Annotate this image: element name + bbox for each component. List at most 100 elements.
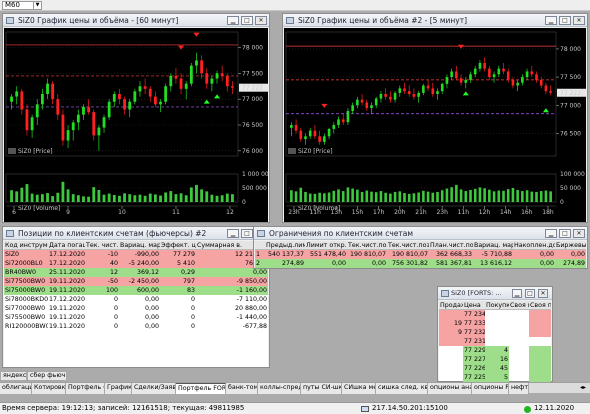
tab-yandex[interactable]: яндекс (0, 371, 27, 381)
orderbook-titlebar[interactable]: SiZ0 [FORTS: ... ▁ □ ✕ (438, 287, 552, 300)
col-header[interactable]: Своя пр. (509, 301, 529, 310)
table-row[interactable]: Si75000BW0 19.11.2020 100 600,00 83 -1 160,00 (4, 286, 268, 295)
minimize-button[interactable]: ▁ (545, 16, 557, 25)
table-row[interactable]: Si77500BW0 19.11.2020 -50 -2 450,00 797 -9 85… (4, 277, 268, 286)
table-row[interactable]: Si72000BL017.12.202040-5 240,005 410760,… (4, 259, 268, 268)
table-row[interactable]: SiZ0 17.12.2020 -10 -990,00 77 279 12 214,00 (4, 250, 268, 259)
col-header[interactable]: План.чист.поз. (429, 241, 473, 250)
chart1-svg[interactable]: 78 000 77 500 77 000 76 500 76 000 77 222 SiZ0… (4, 28, 268, 222)
workspace-tab[interactable]: Котировки (32, 383, 66, 394)
chart1-titlebar[interactable]: SiZ0 График цены и объёма - [60 минут] ▁… (3, 14, 269, 27)
col-header[interactable]: Вариац. маржа (119, 241, 160, 250)
table-cell: 0,00 (539, 251, 554, 258)
workspace-tab[interactable]: путы СИ-шка (301, 383, 342, 394)
orderbook-row[interactable]: 19 77 233 (439, 319, 551, 328)
table-cell: -5 710,88 (481, 251, 512, 258)
orderbook-row[interactable]: 77 229 4 (439, 346, 551, 355)
orderbook-row[interactable]: 77 226 45 (439, 364, 551, 373)
workspace-tab[interactable]: нефть (509, 383, 529, 394)
volume-bar (290, 190, 293, 202)
volume-bar (436, 191, 439, 202)
orderbook-row[interactable]: 77 225 5 (439, 373, 551, 382)
workspace-tab[interactable]: сишка след. квартал (376, 383, 428, 394)
workspace-tab[interactable]: Портфель FORTS (176, 383, 226, 394)
orderbook-cell (509, 355, 529, 364)
col-header[interactable]: Лимит откр. поз. (305, 241, 347, 250)
volume-bar (511, 188, 515, 202)
workspace-tab[interactable]: банк-том (226, 383, 258, 394)
col-header[interactable]: Тек.чист.поз. ( (387, 241, 429, 250)
minimize-button[interactable]: ▁ (512, 289, 522, 298)
col-header[interactable]: Тек.чист.поз. (347, 241, 387, 250)
orderbook-row[interactable]: 9 77 232 (439, 328, 551, 337)
timeframe-select[interactable]: M60 ▼ (2, 1, 42, 10)
workspace-tab[interactable]: Портфель ФР (66, 383, 105, 394)
table-row[interactable]: Si77000BW0 19.11.2020 0 0,00 0 20 880,00 (4, 304, 268, 313)
minimize-button[interactable]: ▁ (227, 16, 239, 25)
workspace-tab[interactable]: Сделки/Заявки (132, 383, 176, 394)
col-header[interactable]: Биржевые (555, 241, 586, 250)
candle-body (195, 60, 198, 66)
table-row[interactable]: RI120000BW0 19.11.2020 0 0,00 0 -677,88 (4, 322, 268, 331)
maximize-button[interactable]: □ (241, 16, 253, 25)
chart2-plot[interactable]: 78 000 77 500 77 000 76 500 77 222 SiZ0 [Pric… (284, 28, 586, 222)
table-row[interactable]: 2 274,89 0,00 0,00 756 301,82 581 367,81 13 61… (255, 259, 586, 268)
col-header[interactable]: Цена (463, 301, 485, 310)
orderbook-cell (529, 355, 551, 364)
sell-marker (193, 32, 200, 37)
workspace-tab[interactable]: опционы РТС (472, 383, 509, 394)
table-row[interactable]: Si75500BW0 19.11.2020 0 0,00 0 -1 440,00 (4, 313, 268, 322)
positions-titlebar[interactable]: Позиции по клиентским счетам (фьючерсы) … (3, 227, 269, 240)
candle-body (327, 128, 331, 137)
col-header[interactable]: Накоплен.доход (513, 241, 555, 250)
col-header[interactable]: Вариац. маржа (473, 241, 513, 250)
close-button[interactable]: ✕ (573, 229, 585, 238)
volume-bar (205, 191, 209, 202)
chart-window-60min: SiZ0 График цены и объёма - [60 минут] ▁… (2, 13, 270, 223)
chevron-down-icon[interactable]: ▼ (33, 2, 41, 9)
col-header[interactable]: Продажа (439, 301, 463, 310)
col-header[interactable]: Код инструмента (4, 241, 48, 250)
maximize-button[interactable]: □ (559, 229, 571, 238)
tabs-scroll-arrows[interactable]: ◂▸ (576, 383, 590, 393)
chart2-titlebar[interactable]: SiZ0 График цены и объёма #2 - [5 минут]… (283, 14, 587, 27)
workspace-tab[interactable]: облигации (0, 383, 32, 394)
maximize-button[interactable]: □ (525, 289, 535, 298)
workspace-tab[interactable]: коллы-спреды (258, 383, 301, 394)
table-row[interactable]: BR40BW0 25.11.2020 12 369,12 0,29 0,00 (4, 268, 268, 277)
minimize-button[interactable]: ▁ (545, 229, 557, 238)
candle-body (440, 83, 444, 92)
table-row[interactable]: Si78000BKD0 17.12.2020 0 0,00 0 -7 110,00 (4, 295, 268, 304)
volume-bar (473, 188, 477, 202)
orderbook-row[interactable]: 77 231 (439, 337, 551, 346)
col-header[interactable]: Покупка (485, 301, 509, 310)
limits-titlebar[interactable]: Ограничения по клиентским счетам ▁ □ ✕ (254, 227, 587, 240)
candle-body (200, 60, 204, 74)
col-header[interactable]: Дата погаш. (48, 241, 85, 250)
orderbook-row[interactable]: 77 227 16 (439, 355, 551, 364)
close-button[interactable]: ✕ (573, 16, 585, 25)
workspace-tab[interactable]: Графики (105, 383, 132, 394)
close-button[interactable]: ✕ (538, 289, 548, 298)
volume-bar (56, 192, 60, 202)
chart1-plot[interactable]: 78 000 77 500 77 000 76 500 76 000 77 222 SiZ0… (4, 28, 268, 222)
volume-bar (521, 191, 524, 202)
col-header[interactable]: Эффект. цена (160, 241, 196, 250)
close-button[interactable]: ✕ (255, 16, 267, 25)
minimize-button[interactable]: ▁ (227, 229, 239, 238)
col-header[interactable]: Тек. чист.поз. (85, 241, 119, 250)
col-header[interactable]: Предыд.лимит откр. (265, 241, 305, 250)
maximize-button[interactable]: □ (559, 16, 571, 25)
timeframe-value: M60 (5, 1, 20, 9)
tab-sber-futures[interactable]: сбер фьюч (27, 371, 67, 381)
workspace-tab[interactable]: опционы анализ (428, 383, 472, 394)
maximize-button[interactable]: □ (241, 229, 253, 238)
orderbook-row[interactable]: 77 234 (439, 310, 551, 319)
orderbook-table: Продажа Цена Покупка Своя пр. Своя п 77 … (439, 301, 551, 382)
workspace-tab[interactable]: СИшка месяц (342, 383, 376, 394)
col-header[interactable]: Своя п (529, 301, 551, 310)
table-cell: BR40BW0 (5, 269, 37, 276)
table-row[interactable]: 1 540 137,37 551 478,40 190 810,07 190 810,0… (255, 250, 586, 259)
chart2-svg[interactable]: 78 000 77 500 77 000 76 500 77 222 SiZ0 [Pric… (284, 28, 586, 222)
price-panel-frame (285, 31, 557, 157)
